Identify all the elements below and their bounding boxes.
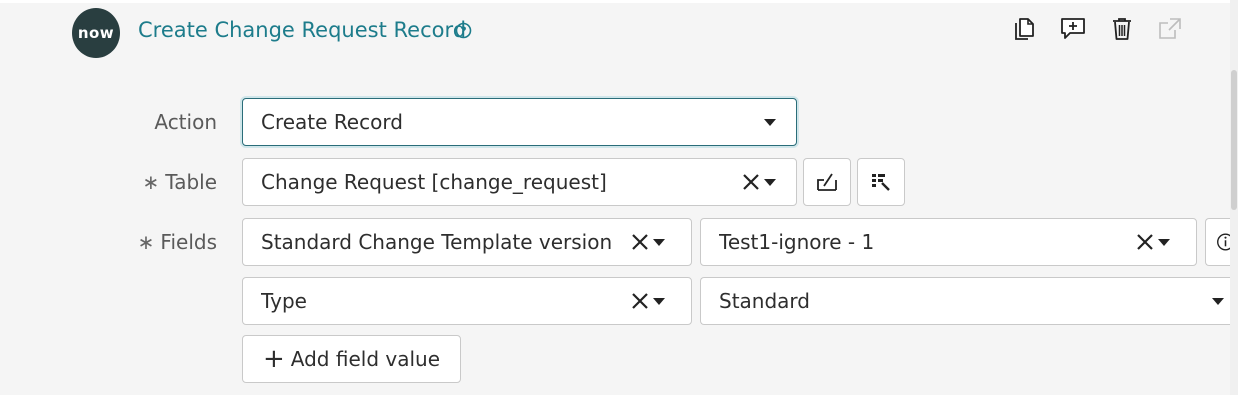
chevron-down-icon[interactable]	[1212, 297, 1224, 305]
field-name-value: Standard Change Template version	[261, 230, 613, 254]
field-value-value: Test1-ignore - 1	[719, 230, 875, 254]
fields-label: ∗ Fields	[137, 230, 217, 254]
table-label: ∗ Table	[142, 170, 217, 194]
table-select[interactable]: Change Request [change_request]	[242, 158, 797, 206]
action-label: Action	[154, 110, 217, 134]
edit-table-icon	[817, 173, 837, 191]
trash-icon[interactable]	[1109, 14, 1135, 44]
plus-icon: +	[262, 344, 285, 374]
field-name-value: Type	[261, 289, 307, 313]
open-external-icon	[1157, 14, 1183, 44]
add-field-value-label: Add field value	[290, 347, 440, 371]
chevron-down-icon[interactable]	[1158, 238, 1170, 246]
field-value-value: Standard	[719, 289, 810, 313]
chevron-down-icon[interactable]	[653, 238, 665, 246]
table-value: Change Request [change_request]	[261, 170, 607, 194]
clear-icon[interactable]	[1136, 233, 1154, 251]
action-select[interactable]: Create Record	[242, 98, 797, 146]
chevron-down-icon[interactable]	[653, 297, 665, 305]
top-divider	[0, 0, 1232, 3]
field-value-select[interactable]: Standard	[700, 277, 1230, 325]
add-field-value-button[interactable]: + Add field value	[242, 335, 461, 383]
clear-icon[interactable]	[631, 233, 649, 251]
required-mark: ∗	[137, 230, 155, 254]
field-value-select[interactable]: Test1-ignore - 1	[700, 218, 1197, 266]
field-name-select[interactable]: Standard Change Template version	[242, 218, 692, 266]
page-title[interactable]: Create Change Request Record	[138, 18, 466, 42]
scrollbar-thumb[interactable]	[1231, 70, 1237, 210]
chevron-down-icon[interactable]	[764, 178, 776, 186]
clear-icon[interactable]	[742, 173, 760, 191]
chevron-down-icon[interactable]	[764, 118, 776, 126]
table-info-button[interactable]	[803, 158, 851, 206]
data-pill-icon	[872, 174, 890, 191]
copy-icon[interactable]	[1011, 14, 1037, 44]
svg-text:?: ?	[460, 25, 466, 38]
required-mark: ∗	[142, 170, 160, 194]
data-pill-picker-button[interactable]	[857, 158, 905, 206]
clear-icon[interactable]	[631, 292, 649, 310]
now-logo: now	[72, 8, 120, 58]
logo-text: now	[77, 24, 115, 42]
field-name-select[interactable]: Type	[242, 277, 692, 325]
add-comment-icon[interactable]	[1060, 14, 1086, 44]
help-icon[interactable]: ?	[455, 22, 472, 39]
scrollbar[interactable]	[1230, 0, 1238, 395]
action-value: Create Record	[261, 110, 403, 134]
